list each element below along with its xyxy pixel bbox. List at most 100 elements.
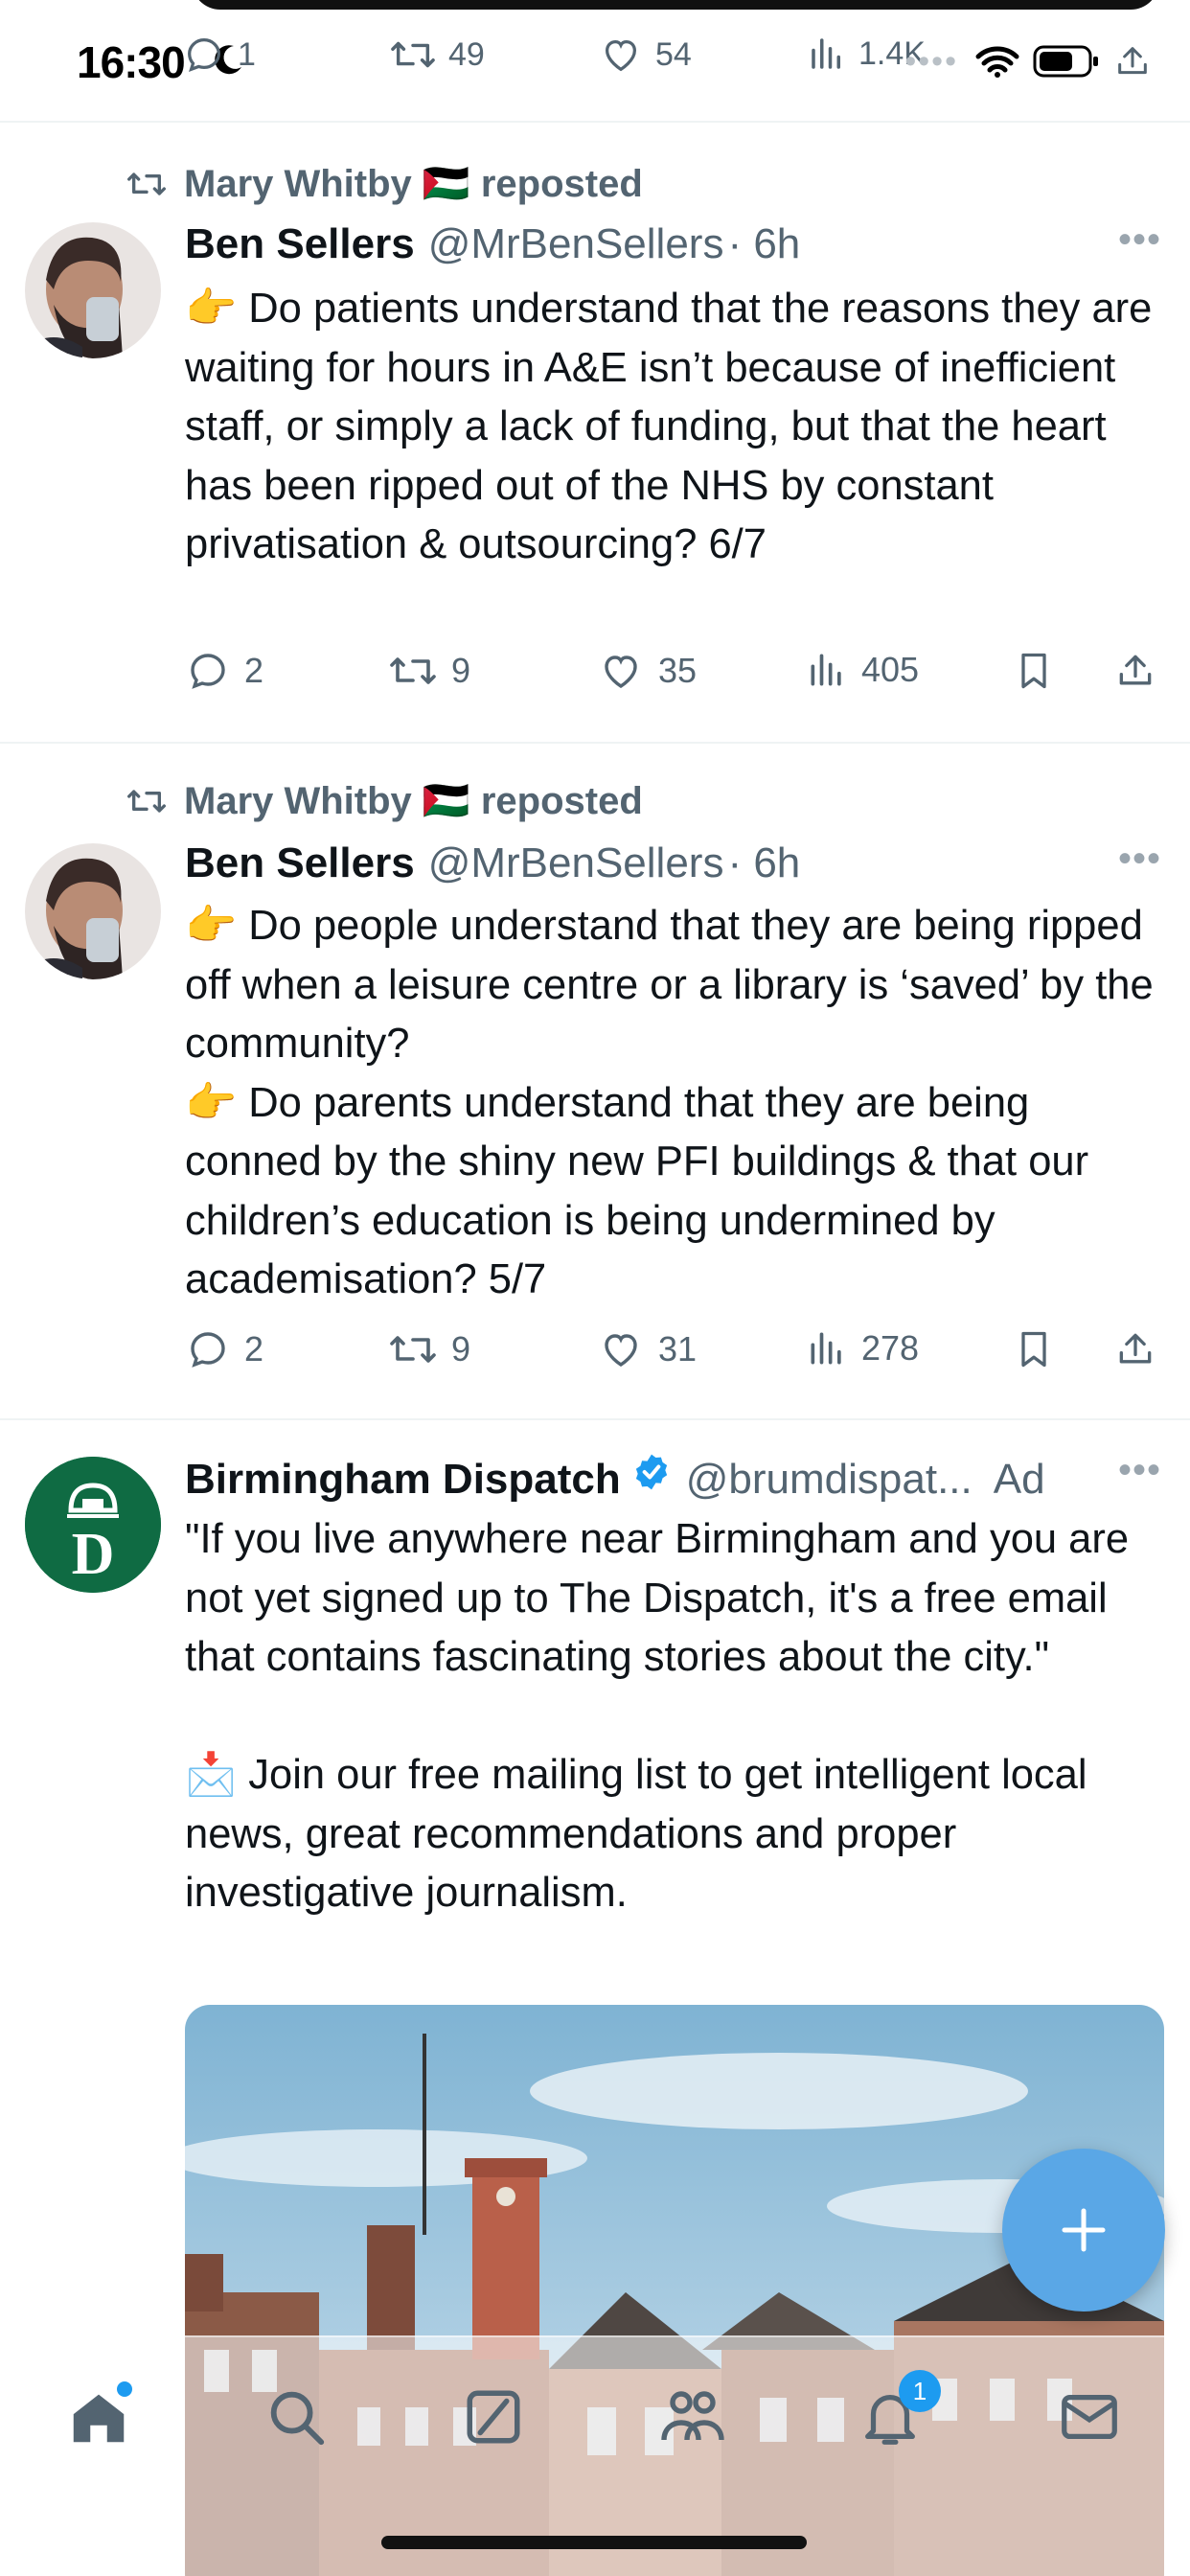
ad-header: Birmingham Dispatch @brumdispat... Ad bbox=[185, 1451, 1152, 1504]
author-name[interactable]: Ben Sellers bbox=[185, 840, 415, 887]
home-unread-dot bbox=[117, 2381, 132, 2397]
avatar-photo bbox=[25, 222, 161, 358]
views-count: 278 bbox=[861, 1328, 920, 1368]
reply-action[interactable]: 1 bbox=[182, 33, 256, 77]
bookmark-action[interactable] bbox=[1013, 648, 1055, 694]
nav-messages[interactable] bbox=[1046, 2374, 1133, 2460]
reply-count: 1 bbox=[238, 35, 256, 73]
views-icon bbox=[811, 1332, 841, 1365]
ad-label: Ad bbox=[993, 1456, 1045, 1503]
wifi-icon bbox=[975, 46, 1019, 78]
reposted-by-label: Mary Whitby 🇵🇸 reposted bbox=[184, 163, 643, 205]
bookmark-icon bbox=[1021, 653, 1046, 689]
home-indicator[interactable] bbox=[381, 2536, 807, 2549]
tweet-2[interactable]: Mary Whitby 🇵🇸 reposted Ben Sellers @MrB… bbox=[0, 744, 1190, 1420]
author-handle[interactable]: @MrBenSellers bbox=[428, 840, 724, 887]
reply-action[interactable]: 2 bbox=[185, 1326, 263, 1372]
repost-indicator: Mary Whitby 🇵🇸 reposted bbox=[123, 778, 643, 823]
views-action[interactable]: 405 bbox=[806, 648, 919, 692]
communities-icon bbox=[661, 2391, 724, 2441]
ad-avatar[interactable]: D bbox=[25, 1457, 161, 1593]
ad-author-handle[interactable]: @brumdispat... bbox=[686, 1456, 973, 1504]
like-count: 31 bbox=[658, 1329, 698, 1368]
previous-media-edge bbox=[192, 0, 1159, 10]
reply-icon bbox=[191, 1332, 225, 1368]
repost-action[interactable]: 9 bbox=[388, 648, 470, 694]
reply-icon bbox=[191, 654, 225, 689]
avatar-photo bbox=[25, 843, 161, 979]
status-time: 16:30 bbox=[77, 37, 186, 87]
tweet-text: 👉 Do patients understand that the reason… bbox=[185, 280, 1157, 575]
compose-plus-icon bbox=[1062, 2208, 1106, 2252]
tweet-header: Ben Sellers @MrBenSellers · 6h bbox=[185, 840, 1152, 887]
tweet-time: · 6h bbox=[727, 840, 801, 886]
avatar[interactable] bbox=[25, 222, 161, 358]
like-action[interactable]: 35 bbox=[597, 648, 697, 694]
views-action[interactable]: 278 bbox=[806, 1326, 919, 1370]
reply-icon bbox=[188, 38, 220, 73]
bookmark-action[interactable] bbox=[1013, 1326, 1055, 1372]
repost-icon bbox=[390, 1336, 436, 1363]
like-icon bbox=[605, 39, 637, 72]
ad-paragraph: "If you live anywhere near Birmingham an… bbox=[185, 1516, 1130, 1680]
views-icon bbox=[811, 654, 841, 686]
like-action[interactable]: 31 bbox=[597, 1326, 697, 1372]
share-icon bbox=[1119, 655, 1152, 685]
bookmark-icon bbox=[1021, 1331, 1046, 1368]
views-count: 405 bbox=[861, 650, 920, 689]
more-icon[interactable]: ••• bbox=[1118, 1449, 1161, 1492]
tweet-1[interactable]: Mary Whitby 🇵🇸 reposted Ben Sellers @MrB… bbox=[0, 123, 1190, 744]
views-icon bbox=[812, 38, 840, 69]
search-icon bbox=[270, 2391, 325, 2446]
repost-count: 9 bbox=[451, 1329, 471, 1368]
like-count: 54 bbox=[655, 35, 692, 73]
like-action[interactable]: 54 bbox=[598, 33, 692, 77]
avatar[interactable] bbox=[25, 843, 161, 979]
nav-communities[interactable] bbox=[650, 2374, 736, 2460]
share-action[interactable] bbox=[1114, 1326, 1156, 1372]
nav-home[interactable] bbox=[56, 2374, 142, 2460]
like-icon bbox=[605, 656, 637, 688]
reply-count: 2 bbox=[244, 1329, 264, 1368]
tweet-paragraph: 👉 Do parents understand that they are be… bbox=[185, 1079, 1089, 1303]
reply-action[interactable]: 2 bbox=[185, 648, 263, 694]
share-icon bbox=[1119, 1333, 1152, 1364]
tweet-actions: 2 9 31 278 bbox=[185, 1326, 1162, 1384]
like-icon bbox=[605, 1334, 637, 1367]
verified-icon bbox=[635, 1454, 667, 1490]
grok-icon bbox=[467, 2390, 520, 2444]
share-icon[interactable] bbox=[1113, 40, 1152, 82]
more-icon[interactable]: ••• bbox=[1118, 218, 1161, 262]
ad-avatar-letter: D bbox=[72, 1522, 115, 1587]
signal-dots-icon: •••• bbox=[904, 42, 958, 80]
like-count: 35 bbox=[658, 651, 698, 690]
repost-action[interactable]: 49 bbox=[389, 33, 485, 77]
tweet-actions: 2 9 35 405 bbox=[185, 648, 1162, 705]
author-name[interactable]: Ben Sellers bbox=[185, 220, 415, 268]
repost-icon bbox=[391, 41, 435, 68]
tweet-text: 👉 Do people understand that they are bei… bbox=[185, 897, 1157, 1310]
top-bar: 16:30 1 49 54 1.4K •••• bbox=[0, 0, 1190, 123]
share-action[interactable] bbox=[1114, 648, 1156, 694]
repost-icon bbox=[127, 172, 166, 196]
tweet-header: Ben Sellers @MrBenSellers · 6h bbox=[185, 220, 1152, 268]
nav-notifications[interactable]: 1 bbox=[847, 2370, 941, 2460]
repost-count: 49 bbox=[448, 35, 485, 73]
compose-fab-button[interactable] bbox=[1002, 2149, 1165, 2312]
repost-count: 9 bbox=[451, 651, 471, 690]
reply-count: 2 bbox=[244, 651, 264, 690]
ad-author-name[interactable]: Birmingham Dispatch bbox=[185, 1456, 621, 1504]
repost-action[interactable]: 9 bbox=[388, 1326, 470, 1372]
messages-icon bbox=[1062, 2394, 1117, 2440]
repost-indicator: Mary Whitby 🇵🇸 reposted bbox=[123, 161, 643, 206]
tweet-time: · 6h bbox=[727, 220, 801, 267]
more-icon[interactable]: ••• bbox=[1118, 838, 1161, 881]
nav-grok[interactable] bbox=[450, 2374, 537, 2460]
status-icons: •••• bbox=[904, 40, 1152, 82]
dispatch-logo-icon: D bbox=[25, 1457, 161, 1593]
author-handle[interactable]: @MrBenSellers bbox=[428, 220, 724, 268]
tweet-paragraph: 👉 Do people understand that they are bei… bbox=[185, 903, 1154, 1067]
repost-icon bbox=[390, 657, 436, 684]
nav-search[interactable] bbox=[253, 2374, 339, 2460]
reposted-by-label: Mary Whitby 🇵🇸 reposted bbox=[184, 780, 643, 822]
